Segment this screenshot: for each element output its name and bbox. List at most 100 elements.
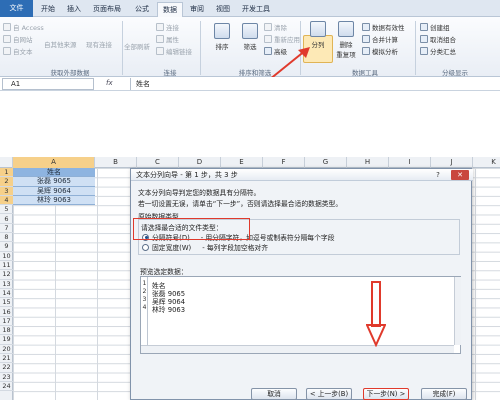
group-label-external-data: 获取外部数据 [50,69,90,77]
group-divider [200,21,201,75]
refresh-all-button[interactable]: 全部刷新 [124,41,150,51]
existing-connections-button[interactable]: 现有连接 [86,39,112,49]
name-box[interactable]: A1 [2,78,94,90]
link-icon [156,23,164,31]
preview-vertical-scrollbar[interactable] [454,277,461,345]
close-button[interactable]: ✕ [451,170,469,180]
row-header-15[interactable]: 15 [0,298,13,308]
row-header-24[interactable]: 24 [0,382,13,392]
tab-home[interactable]: 开始 [36,2,60,17]
cancel-button[interactable]: 取消 [251,388,297,400]
column-header-e[interactable]: E [221,157,263,168]
tab-page-layout[interactable]: 页面布局 [88,2,126,17]
fx-icon[interactable]: fx [106,79,113,87]
from-other-sources-button[interactable]: 自其他来源 [44,39,77,49]
select-all-corner[interactable] [0,157,13,168]
tab-data[interactable]: 数据 [157,2,183,17]
row-header-14[interactable]: 14 [0,289,13,299]
group-divider [122,21,123,75]
column-header-i[interactable]: I [389,157,431,168]
tab-insert[interactable]: 插入 [62,2,86,17]
column-header-g[interactable]: G [305,157,347,168]
sort-icon [214,23,230,39]
column-header-c[interactable]: C [137,157,179,168]
row-header-7[interactable]: 7 [0,224,13,234]
row-header-22[interactable]: 22 [0,363,13,373]
connections-button[interactable]: 连接 [156,22,179,32]
finish-button[interactable]: 完成(F) [421,388,467,400]
text-to-columns-icon [310,21,326,37]
text-file-icon [3,47,11,55]
radio-fixed-width[interactable]: 固定宽度(W) - 每列字段加空格对齐 [142,242,268,252]
group-label-data-tools: 数据工具 [352,69,378,77]
column-header-a[interactable]: A [13,157,95,168]
row-header-10[interactable]: 10 [0,252,13,261]
from-access-button[interactable]: 自 Access [3,22,44,32]
filter-button[interactable]: 筛选 [238,23,262,51]
row-header-2[interactable]: 2 [0,177,13,187]
what-if-analysis-button[interactable]: 模拟分析 [362,46,398,56]
edit-links-button[interactable]: 编辑链接 [156,46,192,56]
row-header-6[interactable]: 6 [0,215,13,224]
next-button[interactable]: 下一步(N) > [363,388,409,400]
row-header-5[interactable]: 5 [0,205,13,215]
sort-button[interactable]: 排序 [210,23,234,51]
row-header-17[interactable]: 17 [0,317,13,327]
row-header-18[interactable]: 18 [0,326,13,336]
row-header-4[interactable]: 4 [0,195,13,206]
tab-view[interactable]: 视图 [211,2,235,17]
preview-horizontal-scrollbar[interactable] [141,345,454,353]
tab-review[interactable]: 审阅 [185,2,209,17]
tab-developer[interactable]: 开发工具 [237,2,275,17]
remove-duplicates-button[interactable]: 删除 重复项 [333,21,359,59]
data-preview-box[interactable]: 1 2 3 4 姓名 张磊 9065 吴辉 9064 林玲 9063 [140,276,461,354]
subtotal-button[interactable]: 分类汇总 [420,46,456,56]
from-web-button[interactable]: 自网站 [3,34,33,44]
column-header-f[interactable]: F [263,157,305,168]
row-header-23[interactable]: 23 [0,373,13,382]
dialog-title: 文本分列向导 - 第 1 步，共 3 步 [131,169,473,181]
tab-formulas[interactable]: 公式 [130,2,154,17]
cell-a3[interactable]: 吴辉 9064 [13,186,95,196]
row-header-9[interactable]: 9 [0,242,13,252]
help-button[interactable]: ? [431,170,445,180]
clear-button[interactable]: 清除 [264,22,287,32]
row-header-12[interactable]: 12 [0,270,13,280]
formula-bar: A1 fx 姓名 [0,77,500,91]
data-validation-button[interactable]: 数据有效性 [362,22,405,32]
formula-input[interactable]: 姓名 [136,79,150,89]
formula-bar-divider [130,78,131,90]
consolidate-button[interactable]: 合并计算 [362,34,398,44]
properties-icon [156,35,164,43]
row-header-19[interactable]: 19 [0,335,13,345]
row-header-3[interactable]: 3 [0,186,13,196]
row-header-13[interactable]: 13 [0,280,13,289]
reapply-button[interactable]: 重新应用 [264,34,300,44]
ungroup-button[interactable]: 取消组合 [420,34,456,44]
group-divider [415,21,416,75]
annotation-down-arrow-icon [366,281,386,347]
column-header-h[interactable]: H [347,157,389,168]
cell-a2[interactable]: 张磊 9065 [13,177,95,187]
back-button[interactable]: < 上一步(B) [306,388,352,400]
row-header-21[interactable]: 21 [0,354,13,364]
group-button[interactable]: 创建组 [420,22,450,32]
cell-a4[interactable]: 林玲 9063 [13,195,95,206]
row-header-11[interactable]: 11 [0,261,13,271]
radio-unselected-icon [142,243,149,251]
preview-line-number: 3 [142,296,147,303]
column-header-k[interactable]: K [473,157,500,168]
column-header-b[interactable]: B [95,157,137,168]
row-header-20[interactable]: 20 [0,345,13,354]
row-header-1[interactable]: 1 [0,168,13,178]
ribbon-data: 自 Access 自网站 自文本 自其他来源 现有连接 获取外部数据 全部刷新 … [0,17,500,77]
database-icon [3,23,11,31]
cell-a1[interactable]: 姓名 [13,168,95,178]
row-header-16[interactable]: 16 [0,308,13,317]
from-text-button[interactable]: 自文本 [3,46,33,56]
column-header-d[interactable]: D [179,157,221,168]
properties-button[interactable]: 属性 [156,34,179,44]
tab-file[interactable]: 文件 [0,0,33,17]
row-header-8[interactable]: 8 [0,233,13,243]
column-header-j[interactable]: J [431,157,473,168]
